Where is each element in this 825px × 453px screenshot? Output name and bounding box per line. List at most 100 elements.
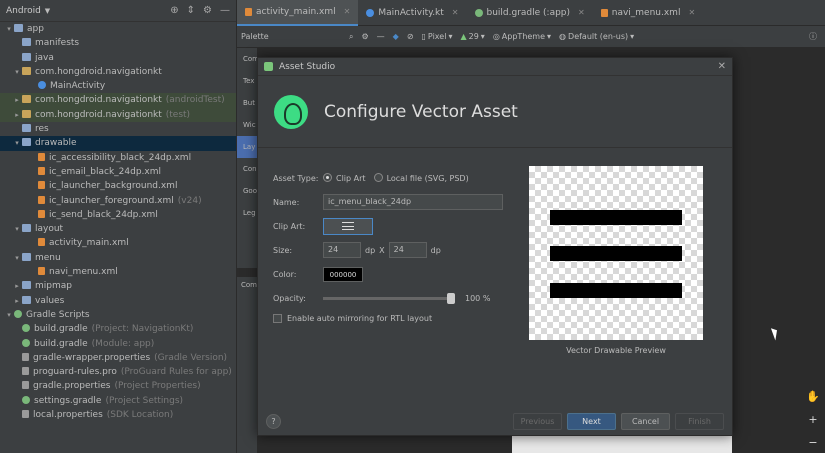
chevron-down-icon[interactable]: ▾ — [12, 222, 22, 236]
project-tree-item[interactable]: proguard-rules.pro (ProGuard Rules for ap… — [0, 365, 236, 379]
palette-category[interactable]: Tex — [237, 70, 257, 92]
project-tree-item[interactable]: ▾ com.hongdroid.navigationkt — [0, 65, 236, 79]
api-selector[interactable]: ▲ 29 ▾ — [460, 32, 484, 41]
project-tree-item[interactable]: ▾ app — [0, 22, 236, 36]
project-tree-item[interactable]: ▾ layout — [0, 222, 236, 236]
next-button[interactable]: Next — [567, 412, 616, 430]
previous-button[interactable]: Previous — [513, 412, 562, 430]
project-tree-item[interactable]: manifests — [0, 36, 236, 50]
gear-icon[interactable]: ⚙ — [361, 32, 368, 41]
palette-category[interactable]: Com — [237, 48, 257, 70]
slider-knob[interactable] — [447, 292, 455, 304]
color-row: Color: 000000 — [273, 262, 513, 286]
dialog-heading: Configure Vector Asset — [324, 101, 518, 122]
zoom-out-icon[interactable]: − — [808, 436, 817, 449]
project-tree-item[interactable]: ic_launcher_background.xml — [0, 179, 236, 193]
palette-category[interactable]: Leg — [237, 202, 257, 224]
palette-category[interactable]: Con — [237, 158, 257, 180]
project-tree-item[interactable]: ▸ mipmap — [0, 279, 236, 293]
chevron-right-icon[interactable]: ▸ — [12, 93, 22, 107]
size-height-unit: dp — [430, 245, 441, 255]
asset-type-clip-art-radio[interactable]: Clip Art — [323, 173, 366, 183]
palette-category[interactable]: But — [237, 92, 257, 114]
close-icon[interactable]: ✕ — [452, 8, 459, 17]
project-tree-item[interactable]: ic_accessibility_black_24dp.xml — [0, 151, 236, 165]
editor-tab[interactable]: navi_menu.xml ✕ — [593, 0, 703, 26]
finish-button[interactable]: Finish — [675, 412, 724, 430]
globe-icon: ◍ — [559, 32, 567, 41]
project-tree-item[interactable]: ▾ drawable — [0, 136, 236, 151]
pan-icon[interactable]: ✋ — [806, 390, 820, 403]
info-icon[interactable]: ⓘ — [809, 31, 817, 42]
chevron-down-icon[interactable]: ▾ — [12, 136, 22, 150]
project-tree-item-label: ic_accessibility_black_24dp.xml — [49, 152, 192, 163]
project-tree-item[interactable]: settings.gradle (Project Settings) — [0, 394, 236, 408]
close-icon[interactable]: ✕ — [578, 8, 585, 17]
project-tree-item[interactable]: ic_send_black_24dp.xml — [0, 208, 236, 222]
project-tree-item[interactable]: ▾ menu — [0, 251, 236, 265]
size-width-input[interactable]: 24 — [323, 242, 361, 258]
editor-tab[interactable]: MainActivity.kt ✕ — [358, 0, 466, 26]
project-tree-item[interactable]: java — [0, 51, 236, 65]
project-panel: Android ▼ ⊕ ⇕ ⚙ — ▾ app manifests java ▾ com.… — [0, 0, 237, 453]
chevron-right-icon[interactable]: ▸ — [12, 108, 22, 122]
palette-category[interactable]: Lay — [237, 136, 257, 158]
locate-icon[interactable]: ⊕ — [170, 5, 178, 16]
xml-file-icon — [38, 152, 45, 161]
clip-art-label: Clip Art: — [273, 221, 306, 231]
close-icon[interactable]: ✕ — [688, 8, 695, 17]
layers-icon[interactable]: ◆ — [393, 32, 399, 41]
asset-type-local-file-radio[interactable]: Local file (SVG, PSD) — [373, 173, 469, 183]
editor-tab[interactable]: build.gradle (:app) ✕ — [467, 0, 593, 26]
project-tree-item[interactable]: ic_launcher_foreground.xml (v24) — [0, 194, 236, 208]
chevron-down-icon[interactable]: ▾ — [4, 308, 14, 322]
chevron-down-icon[interactable]: ▾ — [12, 251, 22, 265]
asset-type-row: Asset Type: Clip Art Local file (SVG, PS… — [273, 166, 513, 190]
no-design-icon[interactable]: ⊘ — [407, 32, 414, 41]
size-height-input[interactable]: 24 — [388, 242, 427, 258]
editor-tab[interactable]: activity_main.xml ✕ — [237, 0, 359, 26]
project-tree-item[interactable]: build.gradle (Project: NavigationKt) — [0, 322, 236, 336]
project-tree-item[interactable]: ▸ com.hongdroid.navigationkt (androidTest) — [0, 93, 236, 108]
close-icon[interactable]: ✕ — [718, 61, 726, 72]
project-tree-item[interactable]: ▸ com.hongdroid.navigationkt (test) — [0, 107, 236, 123]
project-tree-item[interactable]: MainActivity — [0, 79, 236, 93]
minimize-icon[interactable]: — — [377, 32, 385, 41]
project-tree-item[interactable]: navi_menu.xml — [0, 265, 236, 279]
project-tree-item[interactable]: res — [0, 122, 236, 136]
search-icon[interactable]: ⌕ — [349, 32, 353, 42]
help-button[interactable]: ? — [266, 413, 281, 429]
project-tree-item[interactable]: ▾ Gradle Scripts — [0, 308, 236, 322]
color-swatch-button[interactable]: 000000 — [323, 266, 363, 282]
palette-category[interactable]: Goo — [237, 180, 257, 202]
chevron-right-icon[interactable]: ▸ — [12, 294, 22, 308]
clip-art-button[interactable] — [323, 217, 373, 235]
project-tree-item[interactable]: gradle-wrapper.properties (Gradle Version… — [0, 351, 236, 365]
hide-icon[interactable]: — — [220, 5, 230, 16]
chevron-down-icon[interactable]: ▼ — [45, 7, 50, 15]
device-selector[interactable]: ▯ Pixel ▾ — [422, 32, 453, 41]
project-tree-item[interactable]: activity_main.xml — [0, 236, 236, 250]
chevron-down-icon[interactable]: ▾ — [12, 65, 22, 79]
theme-selector[interactable]: ◎ AppTheme ▾ — [493, 32, 551, 41]
gear-icon[interactable]: ⚙ — [203, 5, 212, 16]
project-view-selector[interactable]: Android — [6, 6, 41, 16]
project-tree-item[interactable]: ▸ values — [0, 294, 236, 308]
project-tree-item[interactable]: build.gradle (Module: app) — [0, 337, 236, 351]
project-tree-item[interactable]: local.properties (SDK Location) — [0, 408, 236, 422]
project-tree-item-label: activity_main.xml — [49, 238, 129, 249]
cancel-button[interactable]: Cancel — [621, 412, 670, 430]
close-icon[interactable]: ✕ — [344, 7, 351, 16]
component-tree: Com — [237, 276, 257, 453]
auto-mirroring-checkbox[interactable] — [273, 313, 282, 323]
opacity-slider[interactable] — [323, 292, 455, 304]
project-tree-item[interactable]: ic_email_black_24dp.xml — [0, 165, 236, 179]
zoom-in-icon[interactable]: + — [808, 413, 817, 426]
project-tree-item[interactable]: gradle.properties (Project Properties) — [0, 379, 236, 393]
chevron-down-icon[interactable]: ▾ — [4, 22, 14, 36]
locale-selector[interactable]: ◍ Default (en-us) ▾ — [559, 32, 634, 41]
collapse-all-icon[interactable]: ⇕ — [187, 5, 195, 16]
name-input[interactable]: ic_menu_black_24dp — [323, 194, 503, 210]
palette-category[interactable]: Wic — [237, 114, 257, 136]
chevron-right-icon[interactable]: ▸ — [12, 279, 22, 293]
